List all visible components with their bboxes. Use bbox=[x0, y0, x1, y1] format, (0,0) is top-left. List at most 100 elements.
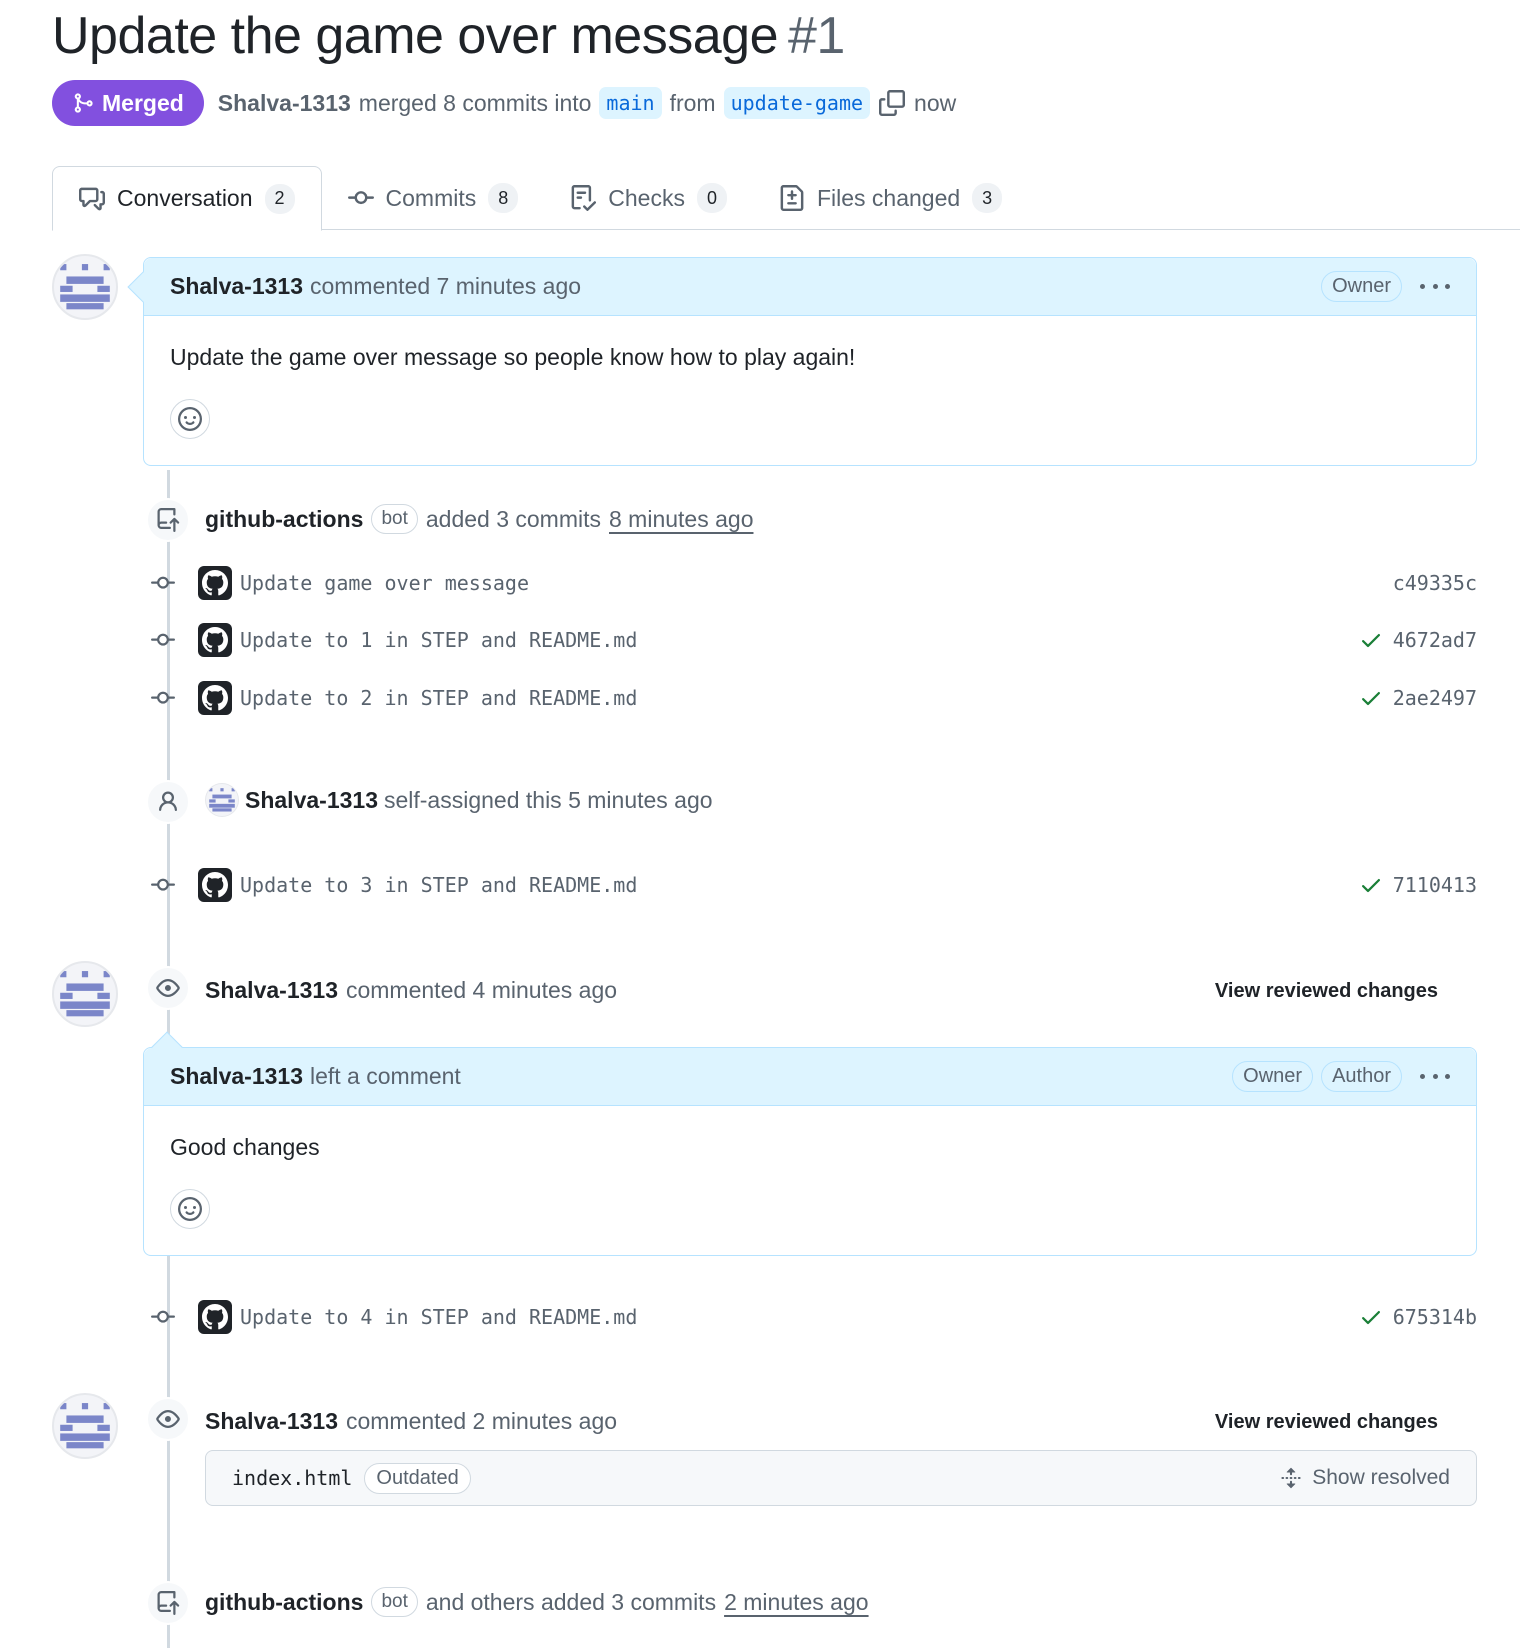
check-icon[interactable] bbox=[1359, 628, 1383, 652]
review-meta[interactable]: commented 4 minutes ago bbox=[346, 977, 617, 1004]
avatar[interactable] bbox=[52, 1393, 118, 1459]
push-event: github-actions bot added 3 commits 8 min… bbox=[205, 504, 753, 534]
outdated-label: Outdated bbox=[364, 1462, 471, 1494]
comment-options-button[interactable] bbox=[1420, 1074, 1450, 1079]
comment-author-link[interactable]: Shalva-1313 bbox=[170, 1063, 303, 1090]
pr-state-row: Merged Shalva-1313 merged 8 commits into… bbox=[52, 80, 956, 126]
git-merge-icon bbox=[74, 93, 93, 113]
pr-tabs: Conversation 2 Commits 8 Checks 0 Files … bbox=[52, 166, 1520, 231]
commit-message-link[interactable]: Update game over message bbox=[240, 571, 529, 595]
commit-message-link[interactable]: Update to 4 in STEP and README.md bbox=[240, 1305, 637, 1329]
commit-message-link[interactable]: Update to 1 in STEP and README.md bbox=[240, 628, 637, 652]
view-reviewed-changes-link[interactable]: View reviewed changes bbox=[1215, 980, 1438, 1003]
checklist-icon bbox=[571, 185, 597, 211]
tab-conversation[interactable]: Conversation 2 bbox=[52, 166, 322, 231]
owner-role-badge: Owner bbox=[1232, 1061, 1314, 1092]
comment-meta[interactable]: commented 7 minutes ago bbox=[310, 273, 581, 300]
identicon-icon bbox=[60, 1403, 110, 1449]
comment-options-button[interactable] bbox=[1420, 284, 1450, 289]
pr-number: #1 bbox=[787, 7, 845, 65]
show-resolved-button[interactable]: Show resolved bbox=[1280, 1466, 1450, 1490]
avatar[interactable] bbox=[52, 254, 118, 320]
commit-row: Update to 1 in STEP and README.md 4672ad… bbox=[150, 620, 1477, 660]
pr-author-link[interactable]: Shalva-1313 bbox=[218, 90, 351, 117]
comment-header: Shalva-1313 left a comment Owner Author bbox=[144, 1048, 1476, 1106]
issue-comment: Shalva-1313 commented 7 minutes ago Owne… bbox=[127, 257, 1477, 466]
push-event-badge bbox=[146, 498, 190, 542]
github-mark-icon bbox=[202, 685, 228, 711]
from-text: from bbox=[669, 89, 716, 116]
tab-commits[interactable]: Commits 8 bbox=[322, 166, 545, 230]
event-time-link[interactable]: 2 minutes ago bbox=[724, 1589, 868, 1616]
check-icon[interactable] bbox=[1359, 873, 1383, 897]
add-reaction-button[interactable] bbox=[170, 1189, 210, 1229]
review-author-link[interactable]: Shalva-1313 bbox=[205, 977, 338, 1004]
commit-row: Update to 4 in STEP and README.md 675314… bbox=[150, 1297, 1477, 1337]
tab-conversation-count: 2 bbox=[264, 183, 295, 214]
person-icon bbox=[159, 791, 177, 812]
merge-time: now bbox=[914, 89, 957, 116]
check-icon[interactable] bbox=[1359, 686, 1383, 710]
review-meta[interactable]: commented 2 minutes ago bbox=[346, 1408, 617, 1435]
commit-sha-link[interactable]: 675314b bbox=[1393, 1305, 1477, 1329]
eye-icon bbox=[156, 979, 180, 997]
view-reviewed-changes-link[interactable]: View reviewed changes bbox=[1215, 1411, 1438, 1434]
review-event-badge bbox=[146, 966, 190, 1010]
github-avatar[interactable] bbox=[198, 1300, 232, 1334]
event-actor-link[interactable]: github-actions bbox=[205, 1589, 363, 1616]
review-event-badge bbox=[146, 1397, 190, 1441]
base-branch-label[interactable]: main bbox=[599, 87, 662, 119]
tab-files-changed[interactable]: Files changed 3 bbox=[753, 166, 1028, 230]
event-time-link[interactable]: 8 minutes ago bbox=[609, 506, 753, 533]
copy-icon bbox=[879, 90, 906, 116]
review-author-link[interactable]: Shalva-1313 bbox=[205, 1408, 338, 1435]
identicon-icon bbox=[209, 788, 235, 812]
identicon-icon bbox=[60, 971, 110, 1017]
github-avatar[interactable] bbox=[198, 623, 232, 657]
identicon-icon bbox=[60, 264, 110, 310]
github-mark-icon bbox=[202, 872, 228, 898]
head-branch-label[interactable]: update-game bbox=[723, 87, 871, 119]
add-reaction-button[interactable] bbox=[170, 399, 210, 439]
event-text: self-assigned this 5 minutes ago bbox=[383, 786, 713, 813]
commit-sha-link[interactable]: c49335c bbox=[1393, 571, 1477, 595]
commit-sha-link[interactable]: 4672ad7 bbox=[1393, 628, 1477, 652]
repo-push-icon bbox=[157, 508, 180, 532]
tab-checks[interactable]: Checks 0 bbox=[544, 166, 753, 230]
review-event: Shalva-1313 commented 4 minutes ago bbox=[205, 977, 617, 1004]
copy-branch-button[interactable] bbox=[878, 89, 906, 117]
pr-title-heading: Update the game over message #1 bbox=[52, 6, 845, 66]
avatar[interactable] bbox=[52, 961, 118, 1027]
tab-checks-label: Checks bbox=[608, 184, 685, 211]
commit-sha-link[interactable]: 7110413 bbox=[1393, 873, 1477, 897]
bot-label: bot bbox=[371, 1587, 418, 1617]
push-event: github-actions bot and others added 3 co… bbox=[205, 1587, 869, 1617]
git-commit-icon bbox=[151, 1310, 175, 1323]
owner-role-badge: Owner bbox=[1321, 271, 1402, 302]
event-actor-link[interactable]: Shalva-1313 bbox=[245, 787, 378, 814]
github-avatar[interactable] bbox=[198, 681, 232, 715]
comment-author-link[interactable]: Shalva-1313 bbox=[170, 273, 303, 300]
bot-label: bot bbox=[371, 504, 418, 534]
commit-sha-link[interactable]: 2ae2497 bbox=[1393, 686, 1477, 710]
check-icon[interactable] bbox=[1359, 1305, 1383, 1329]
tab-files-changed-count: 3 bbox=[972, 183, 1003, 213]
commit-message-link[interactable]: Update to 3 in STEP and README.md bbox=[240, 873, 637, 897]
commit-message-link[interactable]: Update to 2 in STEP and README.md bbox=[240, 686, 637, 710]
comment-body-text: Update the game over message so people k… bbox=[170, 344, 856, 370]
merged-label: Merged bbox=[102, 89, 184, 116]
event-text: and others added 3 commits bbox=[425, 1588, 717, 1615]
commit-row: Update game over message c49335c bbox=[150, 563, 1477, 603]
github-avatar[interactable] bbox=[198, 566, 232, 600]
avatar[interactable] bbox=[205, 783, 239, 817]
smiley-icon bbox=[178, 1197, 202, 1221]
comment-header: Shalva-1313 commented 7 minutes ago Owne… bbox=[144, 258, 1476, 316]
github-mark-icon bbox=[202, 570, 228, 596]
event-actor-link[interactable]: github-actions bbox=[205, 506, 363, 533]
review-comment: Shalva-1313 left a comment Owner Author … bbox=[143, 1031, 1477, 1256]
review-event: Shalva-1313 commented 2 minutes ago bbox=[205, 1408, 617, 1435]
file-name-link[interactable]: index.html bbox=[232, 1466, 352, 1490]
github-avatar[interactable] bbox=[198, 868, 232, 902]
git-commit-icon bbox=[347, 191, 374, 205]
show-resolved-label: Show resolved bbox=[1312, 1466, 1450, 1489]
